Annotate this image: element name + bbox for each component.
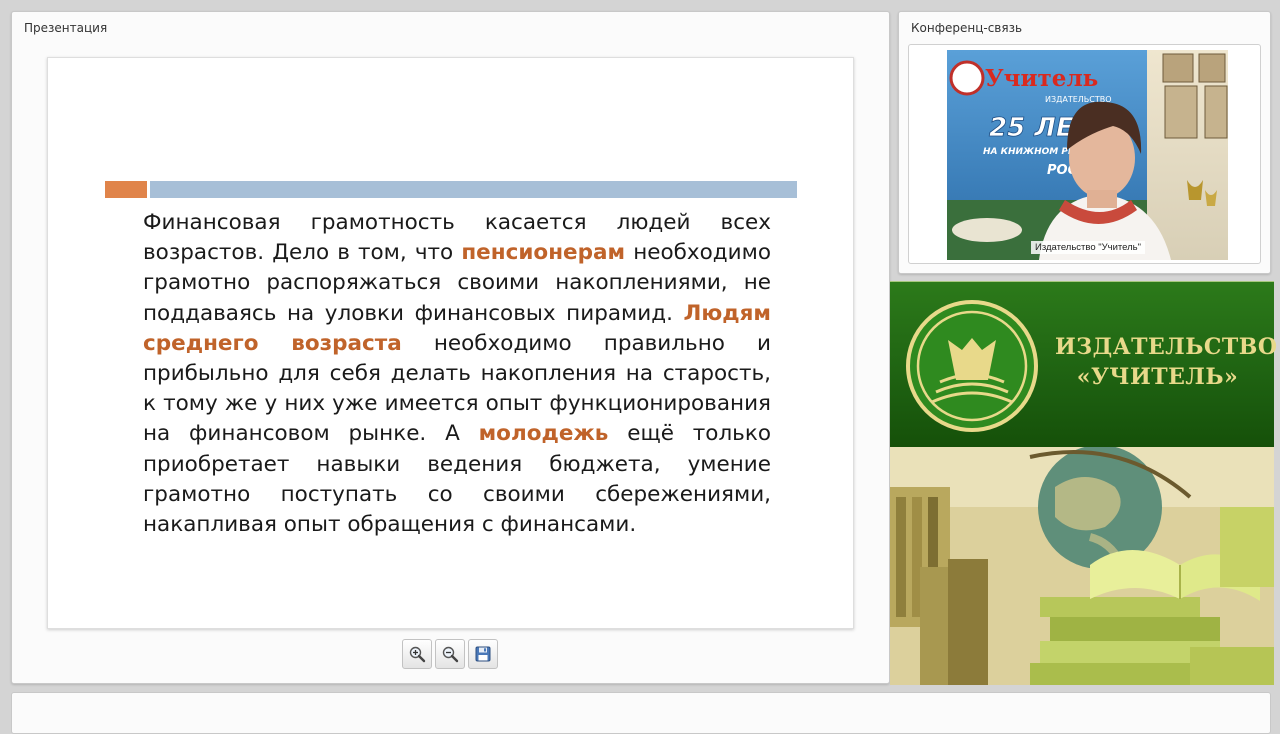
slide-paragraph: Финансовая грамотность касается людей вс… bbox=[143, 208, 771, 540]
zoom-out-button[interactable] bbox=[435, 639, 465, 669]
publisher-name: ИЗДАТЕЛЬСТВО «УЧИТЕЛЬ» bbox=[1055, 332, 1278, 392]
speaker-label: Издательство "Учитель" bbox=[1030, 241, 1145, 254]
video-frame: Учитель ИЗДАТЕЛЬСТВО 25 ЛЕТ НА КНИЖНОМ Р… bbox=[947, 50, 1228, 260]
speaker-video-image: Учитель ИЗДАТЕЛЬСТВО 25 ЛЕТ НА КНИЖНОМ Р… bbox=[947, 50, 1228, 260]
zoom-in-icon bbox=[409, 646, 426, 663]
slide-accent-bar-blue bbox=[150, 181, 797, 198]
presentation-title: Презентация bbox=[24, 21, 108, 35]
video-feed[interactable]: Учитель ИЗДАТЕЛЬСТВО 25 ЛЕТ НА КНИЖНОМ Р… bbox=[908, 44, 1261, 264]
floppy-disk-icon bbox=[475, 646, 491, 662]
books-globe-image bbox=[890, 447, 1274, 685]
slide-highlight-text: молодежь bbox=[478, 421, 609, 447]
presentation-toolbar bbox=[402, 639, 498, 669]
slide: Финансовая грамотность касается людей вс… bbox=[47, 57, 854, 629]
conference-panel: Конференц-связь Учитель ИЗДАТЕЛЬСТВО 25 … bbox=[898, 11, 1271, 274]
presentation-panel: Презентация Финансовая грамотность касае… bbox=[11, 11, 890, 684]
conference-title: Конференц-связь bbox=[911, 21, 1023, 35]
save-button[interactable] bbox=[468, 639, 498, 669]
slide-accent-bar-orange bbox=[105, 181, 147, 198]
bottom-panel bbox=[11, 692, 1271, 734]
slide-highlight-text: пенсионерам bbox=[461, 240, 626, 266]
publisher-logo-banner: ИЗДАТЕЛЬСТВО «УЧИТЕЛЬ» bbox=[890, 281, 1278, 448]
books-illustration bbox=[890, 447, 1274, 685]
zoom-in-button[interactable] bbox=[402, 639, 432, 669]
publisher-name-line2: «УЧИТЕЛЬ» bbox=[1076, 364, 1239, 390]
zoom-out-icon bbox=[442, 646, 459, 663]
publisher-name-line1: ИЗДАТЕЛЬСТВО bbox=[1055, 334, 1278, 360]
banner-brand: Учитель bbox=[985, 65, 1098, 92]
